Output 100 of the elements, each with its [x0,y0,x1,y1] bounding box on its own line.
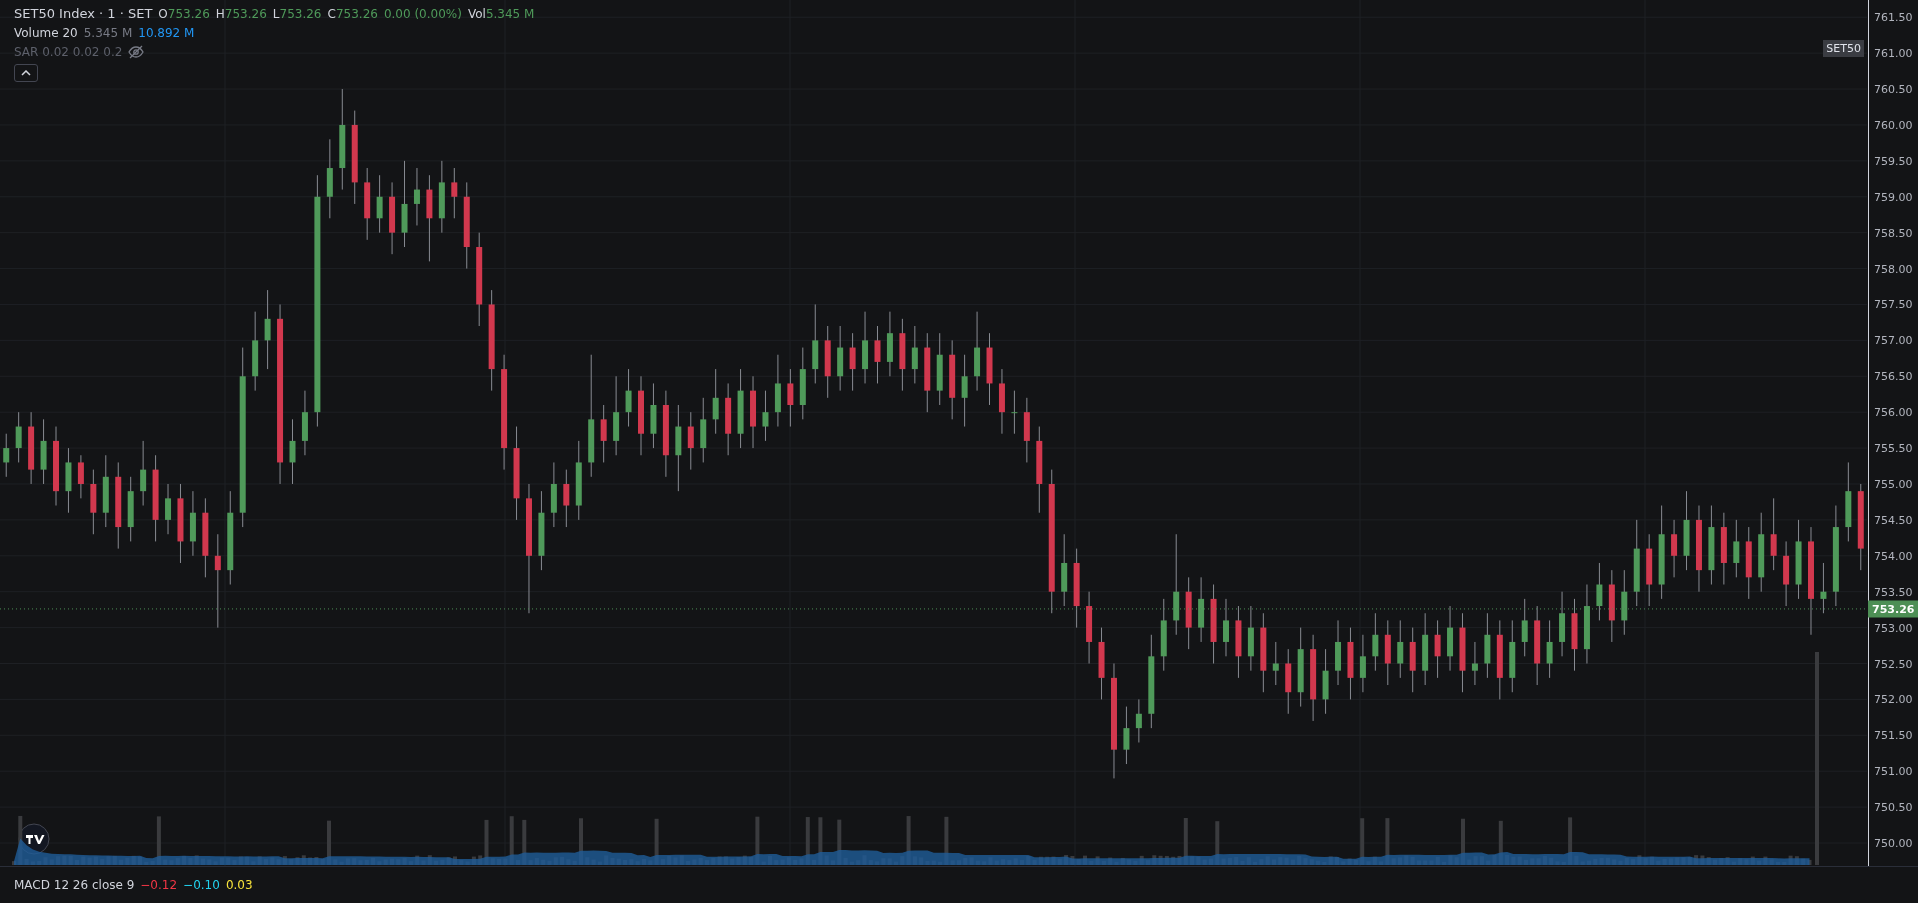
price-tick: 754.00 [1874,549,1913,563]
candle [1671,519,1678,578]
candle [563,469,570,528]
candle [301,390,308,456]
candle [1521,598,1528,657]
price-tick: 755.50 [1874,441,1913,455]
price-tick: 752.50 [1874,657,1913,670]
candle [189,490,196,557]
ohlc-value: O753.26 [158,6,210,21]
price-tick: 760.50 [1874,82,1913,96]
candle [3,433,10,478]
candle [911,325,918,384]
volume-value: Vol5.345 M [467,6,535,21]
candle [1484,612,1491,679]
ohlc-value: L753.26 [272,6,322,21]
candle [1409,627,1416,693]
price-tick: 757.00 [1874,333,1913,347]
candle [40,418,47,485]
candle [90,469,97,535]
candle [1359,634,1366,693]
ohlc-value: H753.26 [215,6,267,21]
price-tick: 760.00 [1874,118,1913,132]
candle [1011,390,1018,435]
candle [625,368,632,428]
eye-off-icon[interactable] [128,45,145,59]
candle [550,461,557,528]
candle [1397,619,1404,679]
candle [712,368,719,435]
candle [15,411,22,463]
indicator-value: 5.345 M [83,26,133,40]
price-tick: 754.50 [1874,513,1913,527]
price-tick: 761.00 [1874,46,1913,60]
price-change: 0.00 (0.00%) [383,6,462,21]
symbol-tag: SET50 [1823,40,1864,57]
price-tick: 751.00 [1874,764,1913,778]
candle [849,332,856,392]
last-price-label: 753.26 [1868,600,1918,618]
price-tick: 758.50 [1874,226,1913,240]
candle [1272,641,1279,686]
candle [1023,397,1030,463]
candle [1820,562,1827,614]
indicator-name: Volume 20 [14,26,78,40]
candle [289,418,296,485]
candle [77,454,84,499]
candle [140,440,147,507]
candle [1471,641,1478,686]
indicator-value: −0.10 [183,878,220,892]
candle [874,325,881,384]
candle [762,390,769,442]
candle [787,368,794,428]
candle [687,411,694,471]
indicator-value: 10.892 M [138,26,195,40]
candle [451,167,458,219]
price-tick: 758.00 [1874,262,1913,276]
price-tick: 756.00 [1874,405,1913,419]
candle [650,382,657,449]
candle [1596,562,1603,621]
candle [413,167,420,226]
candle [1621,569,1628,636]
price-tick: 753.50 [1874,585,1913,599]
candle [1434,619,1441,679]
candle [1783,540,1790,607]
price-tick: 759.50 [1874,154,1913,168]
candle [600,404,607,463]
candle [1123,706,1130,765]
price-tick: 757.50 [1874,297,1913,311]
candle [1135,698,1142,743]
price-tick: 750.50 [1874,800,1913,814]
candle [700,397,707,463]
price-tick: 751.50 [1874,728,1913,742]
candle [837,325,844,392]
candle [1372,612,1379,672]
candle [886,311,893,377]
price-tick: 750.00 [1874,836,1913,850]
candle [1335,619,1341,686]
indicator-name: SAR 0.02 0.02 0.2 [14,45,123,59]
price-tick: 756.50 [1874,369,1913,383]
indicator-value: 0.03 [225,878,253,892]
indicator-name: MACD 12 26 close 9 [14,878,135,892]
price-tick: 752.00 [1874,692,1913,706]
candle [1285,648,1292,715]
candle [998,368,1005,435]
price-tick: 761.50 [1874,10,1913,24]
price-tick: 759.00 [1874,190,1913,204]
candle [1559,591,1566,657]
candle [1546,619,1553,679]
candle [1447,605,1454,672]
candle [1198,576,1205,643]
chevron-up-icon [21,70,31,76]
candle [165,483,172,535]
collapse-button[interactable] [14,64,38,82]
candle [127,476,134,542]
candle [1223,598,1229,657]
price-tick: 753.00 [1874,621,1913,635]
candle [65,447,72,514]
candle [1384,619,1391,686]
candle [1247,605,1254,672]
ohlc-value: C753.26 [327,6,378,21]
symbol-title: SET50 Index · 1 · SET [14,6,153,21]
candle [1322,648,1329,715]
